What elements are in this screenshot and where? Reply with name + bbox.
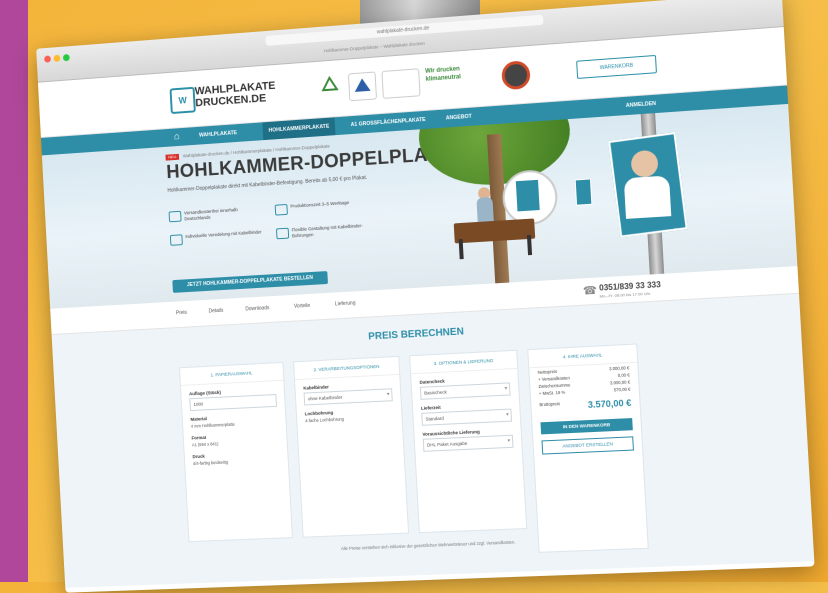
section-link-downloads[interactable]: Downloads (245, 305, 269, 312)
minimize-window-icon[interactable] (53, 54, 61, 63)
zoom-window-icon[interactable] (62, 53, 70, 62)
calc-column-options: 3. OPTIONEN & LIEFERUNG Datencheck Basis… (409, 349, 528, 534)
zoom-poster-illustration (515, 179, 540, 212)
delivery-time-select[interactable]: Standard ▾ (421, 408, 513, 426)
section-link-details[interactable]: Details (209, 308, 224, 315)
recycling-icon (316, 74, 343, 102)
column-title: 1. PAPIERAUSWAHL (180, 362, 284, 386)
feature-finishing: Individuelle Veredelung mit Kabelbinder (169, 229, 263, 246)
chevron-down-icon: ▾ (504, 385, 508, 392)
print-value: 4/4-farbig beidseitig (192, 459, 229, 467)
logo-icon[interactable]: W (169, 86, 196, 115)
format-value: A1 (594 x 841) (191, 441, 219, 448)
total-row: Bruttopreis 3.570,00 € (539, 398, 631, 412)
chevron-down-icon: ▾ (386, 391, 390, 398)
section-link-advantages[interactable]: Vorteile (294, 303, 311, 310)
phone-number[interactable]: 0351/839 33 333 (599, 280, 661, 293)
add-to-cart-button[interactable]: IN DEN WARENKORB (540, 418, 633, 435)
brush-icon (275, 227, 290, 240)
chevron-down-icon: ▾ (505, 411, 509, 418)
section-link-price[interactable]: Preis (176, 310, 187, 317)
cable-tie-select[interactable]: ohne Kabelbinder ▾ (303, 388, 393, 406)
price-footnote: Alle Preise verstehen sich inklusive der… (340, 539, 516, 552)
browser-window: wahlplakate-drucken.de Hohlkammer-Doppel… (36, 0, 815, 593)
award-seal-icon (501, 60, 531, 91)
column-title: 3. OPTIONEN & LIEFERUNG (410, 350, 518, 375)
chevron-down-icon: ▾ (507, 437, 511, 445)
total-label: Bruttopreis (539, 401, 561, 408)
logo-text[interactable]: WAHLPLAKATE DRUCKEN.DE (194, 78, 302, 109)
phone-icon: ☎ (582, 284, 598, 298)
new-badge: NEU (165, 153, 180, 161)
poster-person-shirt (623, 175, 672, 219)
truck-icon (168, 210, 182, 223)
calc-column-processing: 2. VERARBEITUNGSOPTIONEN Kabelbinder ohn… (293, 355, 410, 538)
feature-shipping: Versandkostenfrei innerhalb Deutschlands (168, 206, 262, 224)
cart-button[interactable]: WARENKORB (576, 54, 657, 79)
section-link-delivery[interactable]: Lieferung (335, 300, 356, 307)
order-cta-button[interactable]: JETZT HOHLKAMMER-DOPPELPLAKATE BESTELLEN (172, 271, 328, 293)
price-calculator: PREIS BERECHNEN 1. PAPIERAUSWAHL Auflage… (51, 293, 815, 588)
feature-production: Produktionszeit 3–5 Werktage (274, 199, 369, 216)
data-check-select[interactable]: Basischeck ▾ (419, 382, 511, 400)
leaf-icon (169, 234, 183, 246)
calc-column-summary: 4. IHRE AUSWAHL Nettopreis 3.000,00 € + V… (527, 343, 649, 553)
feature-design: Flexible Gestaltung mit Kabelbinder-Bohr… (275, 223, 371, 241)
clock-icon (274, 203, 288, 216)
create-offer-button[interactable]: ANGEBOT ERSTELLEN (541, 436, 634, 455)
calc-column-paper: 1. PAPIERAUSWAHL Auflage (Stück) 1000 Ma… (178, 361, 294, 543)
total-price: 3.570,00 € (587, 397, 632, 410)
home-icon[interactable]: ⌂ (174, 131, 186, 144)
shipping-select[interactable]: DHL Paket Ausgabe ▾ (422, 434, 514, 452)
quantity-input[interactable]: 1000 (189, 393, 277, 412)
column-title: 2. VERARBEITUNGSOPTIONEN (294, 356, 400, 381)
tree-poster-illustration (574, 178, 593, 206)
bench-illustration (453, 218, 536, 244)
climate-neutral-badge: Wir drucken klimaneutral (425, 66, 462, 83)
close-window-icon[interactable] (44, 55, 51, 63)
seal-badge-icon (381, 68, 421, 99)
purple-background-band (0, 0, 28, 582)
certificate-badge-icon (347, 71, 378, 102)
